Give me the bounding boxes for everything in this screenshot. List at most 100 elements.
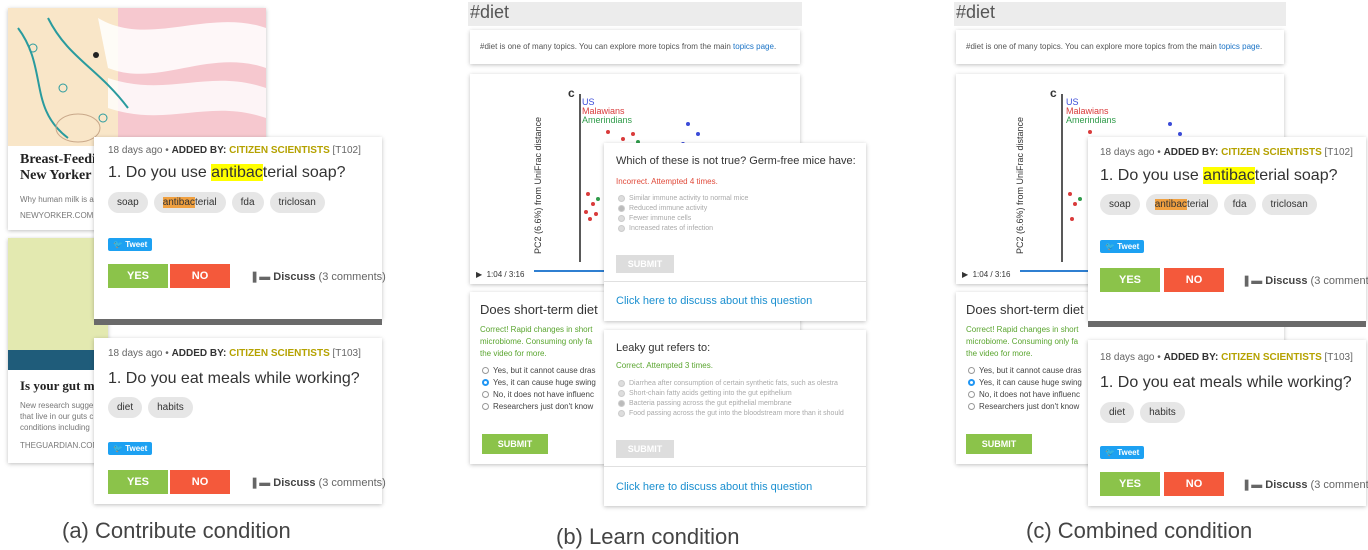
- article-snippet-2: that live in our guts c: [20, 412, 94, 421]
- divider: [604, 281, 866, 282]
- figure-panel-letter: c: [568, 86, 575, 100]
- quiz-option-3[interactable]: No, it does not have influenc: [968, 390, 1082, 399]
- tag-triclosan[interactable]: triclosan: [269, 192, 325, 213]
- topic-header: #diet: [468, 2, 802, 26]
- quiz-option-2[interactable]: Yes, it can cause huge swing: [968, 378, 1082, 387]
- article-snippet-1: New research sugge: [20, 401, 94, 410]
- divider-bar: [1088, 321, 1366, 327]
- question-meta: 18 days ago • ADDED BY: CITIZEN SCIENTIS…: [108, 145, 361, 156]
- quiz-option-3[interactable]: No, it does not have influenc: [482, 390, 596, 399]
- question-card-t102: 18 days ago • ADDED BY: CITIZEN SCIENTIS…: [1088, 137, 1368, 321]
- article-source: NEWYORKER.COM (: [20, 211, 99, 220]
- tag-soap[interactable]: soap: [1100, 194, 1140, 215]
- quiz-option-4: Food passing across the gut into the blo…: [618, 410, 844, 417]
- submit-button[interactable]: SUBMIT: [616, 255, 674, 273]
- topic-info-box: #diet is one of many topics. You can exp…: [956, 30, 1284, 64]
- video-time: 1:04 / 3:16: [486, 270, 525, 279]
- quiz-question: Which of these is not true? Germ-free mi…: [616, 155, 856, 167]
- caption-b: (b) Learn condition: [556, 524, 740, 549]
- discuss-link[interactable]: ❚▬ Discuss (3 comments): [1242, 274, 1368, 287]
- play-icon[interactable]: ▶: [962, 270, 968, 279]
- tag-triclosan[interactable]: triclosan: [1261, 194, 1317, 215]
- quiz-options: Yes, but it cannot cause dras Yes, it ca…: [968, 366, 1082, 411]
- divider: [604, 466, 866, 467]
- quiz-options: Diarrhea after consumption of certain sy…: [618, 380, 844, 417]
- quiz-feedback: Correct! Rapid changes in short microbio…: [966, 325, 1079, 358]
- question-meta: 18 days ago • ADDED BY: CITIZEN SCIENTIS…: [1100, 352, 1353, 363]
- article-image: [8, 238, 108, 350]
- quiz-option-1[interactable]: Yes, but it cannot cause dras: [968, 366, 1082, 375]
- yes-button[interactable]: YES: [1100, 472, 1160, 496]
- yes-button[interactable]: YES: [108, 264, 168, 288]
- tag-diet[interactable]: diet: [108, 397, 143, 418]
- tweet-button[interactable]: 🐦 Tweet: [108, 438, 153, 456]
- yes-button[interactable]: YES: [1100, 268, 1160, 292]
- quiz-option-1: Diarrhea after consumption of certain sy…: [618, 380, 844, 387]
- question-card-t103: 18 days ago • ADDED BY: CITIZEN SCIENTIS…: [1088, 340, 1368, 506]
- comment-icon: ❚▬: [1242, 479, 1263, 491]
- yes-button[interactable]: YES: [108, 470, 168, 494]
- question-text: 1. Do you eat meals while working?: [1100, 374, 1352, 391]
- video-controls: ▶ 1:04 / 3:16: [962, 264, 1102, 279]
- tag-habits[interactable]: habits: [1140, 402, 1185, 423]
- question-text: 1. Do you use antibacterial soap?: [108, 164, 346, 181]
- caption-c: (c) Combined condition: [1026, 518, 1253, 543]
- no-button[interactable]: NO: [1164, 268, 1224, 292]
- video-progress-track[interactable]: [1020, 270, 1090, 272]
- no-button[interactable]: NO: [170, 470, 230, 494]
- quiz-option-2: Reduced immune activity: [618, 205, 748, 212]
- tweet-button[interactable]: 🐦 Tweet: [1100, 442, 1145, 460]
- quiz-option-4[interactable]: Researchers just don't know: [482, 402, 596, 411]
- tweet-button[interactable]: 🐦 Tweet: [1100, 236, 1145, 254]
- figure-ylabel: PC2 (6.6%) from UniFrac distance: [1015, 116, 1025, 254]
- figure-panel-letter: c: [1050, 86, 1057, 100]
- article-title[interactable]: Breast-Feedi New Yorker: [20, 152, 96, 184]
- quiz-status: Correct. Attempted 3 times.: [616, 361, 713, 370]
- no-button[interactable]: NO: [170, 264, 230, 288]
- tweet-button[interactable]: 🐦 Tweet: [108, 234, 153, 252]
- tag-fda[interactable]: fda: [1223, 194, 1256, 215]
- question-meta: 18 days ago • ADDED BY: CITIZEN SCIENTIS…: [1100, 147, 1353, 158]
- comment-icon: ❚▬: [1242, 275, 1263, 287]
- figure-ylabel: PC2 (6.6%) from UniFrac distance: [533, 116, 543, 254]
- submit-button[interactable]: SUBMIT: [616, 440, 674, 458]
- article-card-guardian[interactable]: Is your gut m New research sugge that li…: [8, 238, 108, 463]
- submit-button[interactable]: SUBMIT: [966, 434, 1032, 454]
- tag-soap[interactable]: soap: [108, 192, 148, 213]
- quiz-status: Incorrect. Attempted 4 times.: [616, 177, 718, 186]
- quiz-option-1[interactable]: Yes, but it cannot cause dras: [482, 366, 596, 375]
- tag-diet[interactable]: diet: [1100, 402, 1135, 423]
- article-title[interactable]: Is your gut m: [20, 378, 95, 394]
- discuss-link[interactable]: ❚▬ Discuss (3 comments): [250, 476, 386, 489]
- tag-habits[interactable]: habits: [148, 397, 193, 418]
- discuss-question-link[interactable]: Click here to discuss about this questio…: [616, 481, 812, 493]
- tag-list: soap antibacterial fda triclosan: [108, 192, 325, 213]
- topics-page-link[interactable]: topics page: [1219, 42, 1260, 51]
- no-button[interactable]: NO: [1164, 472, 1224, 496]
- discuss-question-link[interactable]: Click here to discuss about this questio…: [616, 295, 812, 307]
- question-card-t102: 18 days ago • ADDED BY: CITIZEN SCIENTIS…: [94, 137, 386, 319]
- topic-info-text: #diet is one of many topics. You can exp…: [480, 42, 777, 51]
- quiz-option-3: Fewer immune cells: [618, 215, 748, 222]
- tag-antibacterial[interactable]: antibacterial: [1145, 194, 1218, 215]
- video-time: 1:04 / 3:16: [972, 270, 1011, 279]
- quiz-option-2[interactable]: Yes, it can cause huge swing: [482, 378, 596, 387]
- article-illustration: [8, 8, 266, 146]
- quiz-question: Does short-term diet: [966, 302, 1084, 317]
- divider-bar: [94, 319, 382, 325]
- tag-fda[interactable]: fda: [231, 192, 264, 213]
- quiz-option-2: Short-chain fatty acids getting into the…: [618, 390, 844, 397]
- quiz-option-4[interactable]: Researchers just don't know: [968, 402, 1082, 411]
- submit-button[interactable]: SUBMIT: [482, 434, 548, 454]
- video-progress-track[interactable]: [534, 270, 604, 272]
- tag-antibacterial[interactable]: antibacterial: [153, 192, 226, 213]
- play-icon[interactable]: ▶: [476, 270, 482, 279]
- discuss-link[interactable]: ❚▬ Discuss (3 comments): [1242, 478, 1368, 491]
- article-snippet-3: conditions including: [20, 423, 90, 432]
- tag-list: diet habits: [108, 397, 193, 418]
- video-controls: ▶ 1:04 / 3:16: [476, 264, 616, 279]
- discuss-link[interactable]: ❚▬ Discuss (3 comments): [250, 270, 386, 283]
- caption-a: (a) Contribute condition: [62, 518, 291, 543]
- topics-page-link[interactable]: topics page: [733, 42, 774, 51]
- article-snippet: Why human milk is a: [20, 195, 94, 204]
